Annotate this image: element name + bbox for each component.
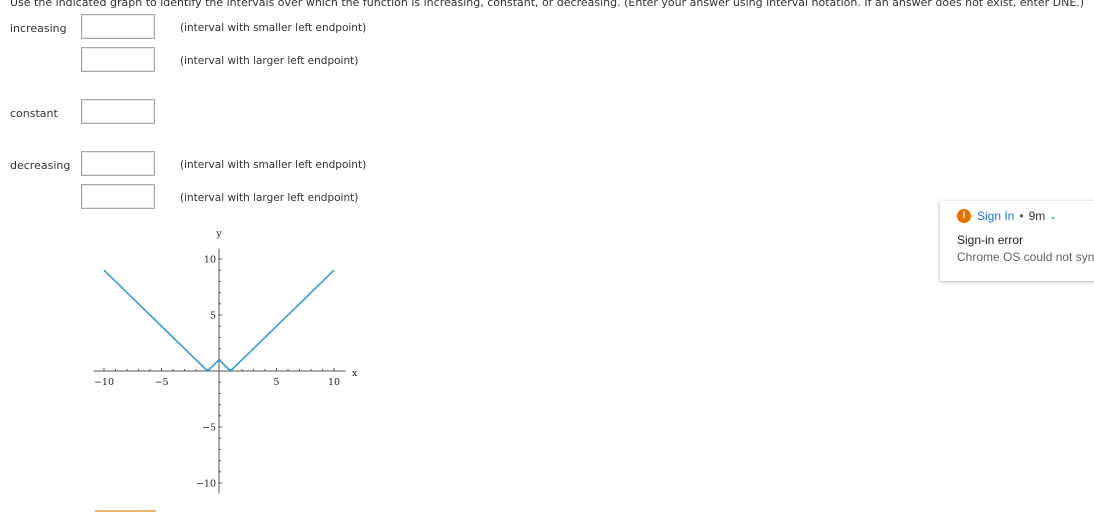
notification-time: 9m	[1028, 209, 1046, 223]
x-tick-label: 5	[273, 377, 279, 388]
x-axis-label: x	[352, 368, 358, 379]
x-tick-label: −10	[94, 377, 114, 388]
increasing-hint-2: (interval with larger left endpoint)	[180, 55, 359, 67]
y-tick-label: −5	[202, 423, 216, 434]
notification-popup[interactable]: ! Sign In • 9m ⌄ Sign-in error Chrome OS…	[940, 201, 1094, 281]
constant-input[interactable]	[81, 99, 155, 124]
notification-app-name: Sign In	[977, 209, 1015, 223]
x-tick-label: 10	[328, 377, 340, 388]
next-input-edge	[95, 510, 156, 512]
decreasing-input-1[interactable]	[81, 151, 155, 176]
increasing-input-1[interactable]	[81, 14, 155, 39]
y-tick-label: −10	[196, 479, 216, 490]
function-graph: −10 −5 5 10 10 5 −5 −10 x y	[93, 229, 358, 494]
constant-label: constant	[10, 107, 58, 120]
increasing-hint-1: (interval with smaller left endpoint)	[180, 22, 367, 34]
notification-message: Chrome OS could not sync	[957, 250, 1094, 264]
decreasing-hint-1: (interval with smaller left endpoint)	[180, 159, 367, 171]
decreasing-hint-2: (interval with larger left endpoint)	[180, 192, 359, 204]
warning-icon: !	[957, 209, 971, 223]
y-tick-label: 5	[210, 311, 216, 322]
notification-title: Sign-in error	[957, 233, 1024, 247]
decreasing-input-2[interactable]	[81, 184, 155, 209]
instructions-text: Use the indicated graph to identify the …	[10, 0, 1085, 9]
increasing-label: increasing	[10, 22, 67, 35]
y-axis-label: y	[215, 229, 222, 240]
decreasing-label: decreasing	[10, 159, 71, 172]
increasing-input-2[interactable]	[81, 47, 155, 72]
y-tick-label: 10	[204, 255, 216, 266]
separator-dot: •	[1019, 209, 1024, 223]
chevron-down-icon[interactable]: ⌄	[1049, 211, 1057, 222]
x-tick-label: −5	[154, 377, 168, 388]
